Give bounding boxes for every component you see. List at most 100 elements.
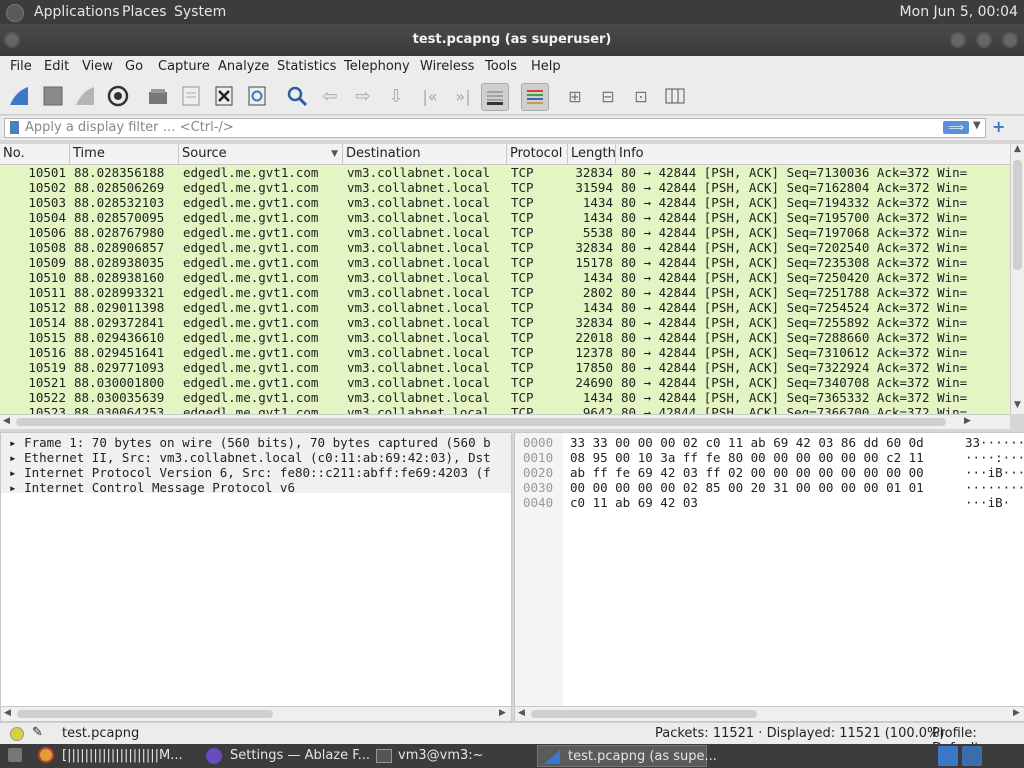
first-packet-icon[interactable]: |«: [417, 83, 443, 109]
scroll-up-icon[interactable]: ▲: [1014, 144, 1021, 154]
resize-columns-icon[interactable]: [662, 83, 688, 109]
scroll-right-icon[interactable]: ▶: [499, 708, 506, 718]
expand-arrow-icon[interactable]: ▸: [9, 450, 17, 465]
table-row[interactable]: 10502 88.028506269 edgedl.me.gvt1.com vm3.c…: [0, 180, 976, 195]
table-row[interactable]: 10504 88.028570095 edgedl.me.gvt1.com vm3.c…: [0, 210, 976, 225]
table-row[interactable]: 10516 88.029451641 edgedl.me.gvt1.com vm3.c…: [0, 345, 976, 360]
taskbar-active-item[interactable]: test.pcapng (as supe...: [537, 745, 717, 767]
restart-capture-icon[interactable]: [72, 83, 98, 109]
scroll-left-icon[interactable]: ◀: [4, 708, 11, 718]
column-protocol[interactable]: Protocol: [507, 144, 568, 164]
table-row[interactable]: 10501 88.028356188 edgedl.me.gvt1.com vm3.c…: [0, 165, 976, 180]
workspace-2-icon[interactable]: [962, 746, 982, 766]
column-length[interactable]: Length: [568, 144, 616, 164]
table-row[interactable]: 10523 88.030064253 edgedl.me.gvt1.com vm3.c…: [0, 405, 976, 414]
taskbar-item[interactable]: Settings — Ablaze F...: [230, 746, 370, 766]
tree-item-frame[interactable]: ▸ Frame 1: 70 bytes on wire (560 bits), …: [9, 435, 491, 450]
open-file-icon[interactable]: [145, 83, 171, 109]
clock[interactable]: Mon Jun 5, 00:04: [900, 4, 1018, 20]
packet-list-horizontal-scrollbar[interactable]: ◀ ▶: [0, 414, 1010, 429]
column-no[interactable]: No.: [0, 144, 70, 164]
menu-wireless[interactable]: Wireless: [420, 59, 474, 74]
apply-filter-icon[interactable]: ⟹: [943, 121, 969, 134]
menu-telephony[interactable]: Telephony: [344, 59, 410, 74]
column-info[interactable]: Info: [616, 144, 1010, 164]
table-row[interactable]: 10503 88.028532103 edgedl.me.gvt1.com vm3.c…: [0, 195, 976, 210]
details-horizontal-scrollbar[interactable]: ◀ ▶: [0, 706, 512, 722]
bytes-horizontal-scrollbar[interactable]: ◀ ▶: [514, 706, 1024, 722]
menu-file[interactable]: File: [10, 59, 32, 74]
scroll-right-icon[interactable]: ▶: [1013, 708, 1020, 718]
go-to-packet-icon[interactable]: ⇩: [383, 83, 409, 109]
scroll-left-icon[interactable]: ◀: [518, 708, 525, 718]
table-row[interactable]: 10510 88.028938160 edgedl.me.gvt1.com vm3.c…: [0, 270, 976, 285]
packet-bytes-pane[interactable]: 0000 33 33 00 00 00 02 c0 11 ab 69 42 03 …: [514, 432, 1024, 708]
column-source[interactable]: Source ▼: [179, 144, 343, 164]
packet-list-vertical-scrollbar[interactable]: ▲ ▼: [1010, 144, 1024, 414]
capture-options-icon[interactable]: [105, 83, 131, 109]
packet-details-pane[interactable]: ▸ Frame 1: 70 bytes on wire (560 bits), …: [0, 432, 512, 708]
table-row[interactable]: 10515 88.029436610 edgedl.me.gvt1.com vm3.c…: [0, 330, 976, 345]
scrollbar-thumb[interactable]: [1013, 160, 1022, 270]
scrollbar-thumb[interactable]: [531, 710, 757, 718]
table-row[interactable]: 10511 88.028993321 edgedl.me.gvt1.com vm3.c…: [0, 285, 976, 300]
menu-analyze[interactable]: Analyze: [218, 59, 269, 74]
table-row[interactable]: 10509 88.028938035 edgedl.me.gvt1.com vm3.c…: [0, 255, 976, 270]
window-menu-icon[interactable]: [4, 32, 20, 48]
system-menu[interactable]: System: [174, 4, 226, 20]
expand-arrow-icon[interactable]: ▸: [9, 435, 17, 450]
tree-item-icmpv6[interactable]: ▸ Internet Control Message Protocol v6: [9, 480, 295, 495]
autoscroll-icon[interactable]: [481, 83, 509, 111]
distro-logo-icon[interactable]: [6, 4, 24, 22]
close-window-icon[interactable]: [1002, 32, 1018, 48]
stop-capture-icon[interactable]: [40, 83, 66, 109]
menu-tools[interactable]: Tools: [485, 59, 517, 74]
close-file-icon[interactable]: [211, 83, 237, 109]
zoom-out-icon[interactable]: ⊟: [595, 83, 621, 109]
places-menu[interactable]: Places: [122, 4, 167, 20]
table-row[interactable]: 10512 88.029011398 edgedl.me.gvt1.com vm3.c…: [0, 300, 976, 315]
workspace-1-icon[interactable]: [938, 746, 958, 766]
colorize-icon[interactable]: [521, 83, 549, 111]
last-packet-icon[interactable]: »|: [450, 83, 476, 109]
menu-edit[interactable]: Edit: [44, 59, 69, 74]
menu-statistics[interactable]: Statistics: [277, 59, 336, 74]
bookmark-icon[interactable]: [10, 121, 19, 134]
menu-capture[interactable]: Capture: [158, 59, 210, 74]
packet-list[interactable]: No. Time Source ▼ Destination Protocol Le…: [0, 144, 1010, 414]
add-filter-button-icon[interactable]: +: [992, 117, 1005, 136]
applications-menu[interactable]: Applications: [34, 4, 120, 20]
table-row[interactable]: 10521 88.030001800 edgedl.me.gvt1.com vm3.c…: [0, 375, 976, 390]
column-time[interactable]: Time: [70, 144, 179, 164]
tree-item-ethernet[interactable]: ▸ Ethernet II, Src: vm3.collabnet.local …: [9, 450, 491, 465]
taskbar-item[interactable]: [|||||||||||||||||||||M...: [62, 746, 183, 766]
display-filter-input[interactable]: Apply a display filter … <Ctrl-/> ⟹ ▼: [4, 118, 986, 138]
normal-size-icon[interactable]: ⊡: [628, 83, 654, 109]
tree-item-ipv6[interactable]: ▸ Internet Protocol Version 6, Src: fe80…: [9, 465, 491, 480]
minimize-icon[interactable]: [950, 32, 966, 48]
show-desktop-icon[interactable]: [8, 748, 22, 762]
taskbar-item[interactable]: vm3@vm3:~: [398, 746, 484, 766]
menu-view[interactable]: View: [82, 59, 113, 74]
scroll-left-icon[interactable]: ◀: [3, 416, 10, 426]
save-file-icon[interactable]: [178, 83, 204, 109]
zoom-in-icon[interactable]: ⊞: [562, 83, 588, 109]
scroll-down-icon[interactable]: ▼: [1014, 400, 1021, 410]
scroll-right-icon[interactable]: ▶: [964, 416, 971, 426]
filter-history-dropdown-icon[interactable]: ▼: [973, 120, 981, 131]
table-row[interactable]: 10506 88.028767980 edgedl.me.gvt1.com vm3.c…: [0, 225, 976, 240]
reload-file-icon[interactable]: [244, 83, 270, 109]
menu-go[interactable]: Go: [125, 59, 143, 74]
expand-arrow-icon[interactable]: ▸: [9, 480, 17, 495]
column-destination[interactable]: Destination: [343, 144, 507, 164]
menu-help[interactable]: Help: [531, 59, 561, 74]
table-row[interactable]: 10514 88.029372841 edgedl.me.gvt1.com vm3.c…: [0, 315, 976, 330]
browser-icon[interactable]: [38, 747, 54, 763]
expert-info-icon[interactable]: [10, 727, 24, 741]
capture-comment-icon[interactable]: ✎: [32, 725, 43, 740]
start-capture-icon[interactable]: [6, 83, 32, 109]
table-row[interactable]: 10522 88.030035639 edgedl.me.gvt1.com vm3.c…: [0, 390, 976, 405]
go-back-icon[interactable]: ⇦: [317, 83, 343, 109]
expand-arrow-icon[interactable]: ▸: [9, 465, 17, 480]
find-packet-icon[interactable]: [284, 83, 310, 109]
